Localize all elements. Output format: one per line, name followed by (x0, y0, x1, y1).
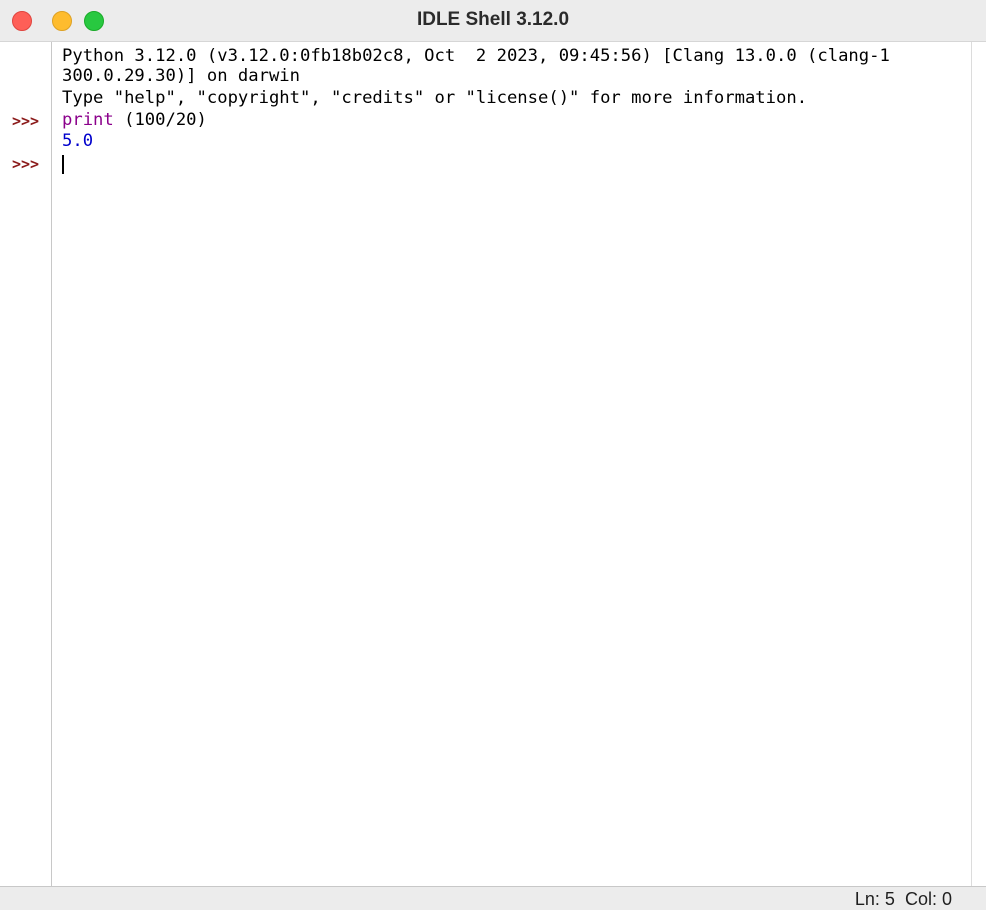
line-number: Ln: 5 (854, 889, 895, 909)
banner-line-2: 300.0.29.30)] on darwin (62, 66, 300, 86)
column-number: Col: 0 (904, 889, 952, 909)
vertical-scrollbar[interactable] (971, 42, 986, 886)
status-bar: Ln: 5 Col: 0 (0, 886, 986, 910)
idle-shell-window: IDLE Shell 3.12.0 Python 3.12.0 (v3.12.0… (0, 0, 986, 910)
shell-text-area[interactable]: Python 3.12.0 (v3.12.0:0fb18b02c8, Oct 2… (0, 42, 986, 886)
banner-line-1: Python 3.12.0 (v3.12.0:0fb18b02c8, Oct 2… (62, 46, 890, 66)
input-arguments: (100/20) (113, 110, 207, 130)
output-line: 5.0 (62, 131, 94, 151)
title-bar[interactable]: IDLE Shell 3.12.0 (0, 0, 986, 42)
text-cursor (62, 155, 64, 174)
input-line: print (100/20) (62, 110, 207, 130)
banner-line-3: Type "help", "copyright", "credits" or "… (62, 88, 808, 108)
prompt-marker: >>> (12, 112, 40, 130)
prompt-marker: >>> (12, 155, 40, 173)
keyword-print: print (62, 110, 114, 130)
cursor-position: Ln: 5 Col: 0 (855, 889, 952, 910)
window-title: IDLE Shell 3.12.0 (416, 9, 570, 30)
